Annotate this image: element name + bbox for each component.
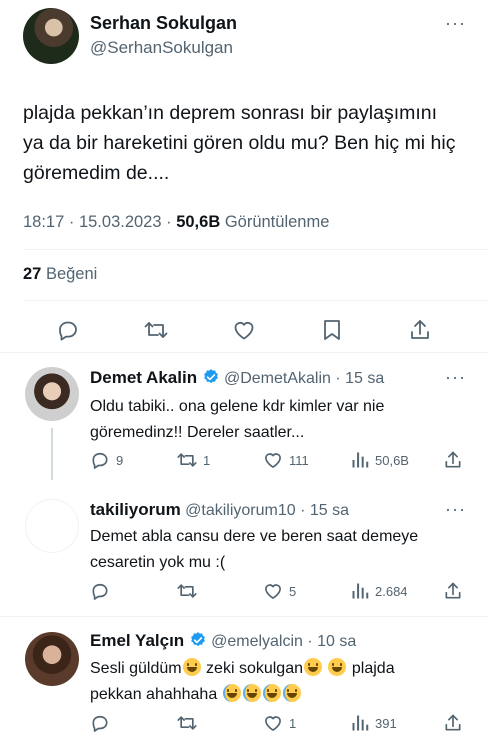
reply-avatar[interactable] [25,367,79,421]
view-count: 2.684 [375,583,408,599]
views-icon [352,583,369,599]
share-button[interactable] [443,581,463,601]
retweet-button[interactable]: 1 [176,450,210,470]
reply-author-handle[interactable]: @DemetAkalin · 15 sa [224,370,384,387]
retweet-icon [144,322,168,338]
share-button[interactable] [443,713,463,733]
like-count: 1 [289,715,297,731]
divider [0,352,488,353]
reply-icon [92,715,108,732]
views-icon [352,715,369,731]
likes-summary[interactable]: 27 Beğeni [23,265,97,284]
reply-text-part: plajda [347,660,395,677]
share-icon [445,451,461,468]
reply-avatar[interactable] [25,632,79,686]
divider [23,249,488,250]
bookmark-button[interactable] [321,318,343,342]
reply-text: Demet abla cansu dere ve beren saat deme… [90,528,419,571]
reply-text-part: pekkan ahahhaha [90,686,222,703]
view-count: 50,6B [375,452,409,468]
retweet-button[interactable] [143,318,169,342]
reply-text: Sesli güldüm zeki sokulgan plajda pekkan… [90,656,450,708]
views-button[interactable]: 50,6B [350,450,409,470]
thread-line [51,428,53,480]
bookmark-icon [324,320,340,340]
author-name[interactable]: Serhan Sokulgan [90,13,237,34]
more-options-icon[interactable]: ··· [445,500,466,518]
divider [0,616,488,617]
grinning-emoji-icon [182,658,201,676]
reply-avatar[interactable] [25,499,79,553]
reply-author-name[interactable]: Demet Akalin [90,368,197,387]
reply-header: Demet Akalin @DemetAkalin · 15 sa [90,368,384,388]
more-options-icon[interactable]: ··· [445,368,466,386]
heart-icon [265,453,281,468]
verified-badge-icon [203,369,218,384]
reply-text: Oldu tabiki.. ona gelene kdr kimler var … [90,398,385,441]
reply-text-part: zeki sokulgan [201,660,303,677]
like-button[interactable]: 111 [262,450,309,470]
reply-author-name[interactable]: Emel Yalçın [90,631,184,650]
like-count: 5 [289,583,297,599]
view-count: 391 [375,715,397,731]
like-count: 111 [289,452,309,468]
heart-icon [265,716,281,731]
retweet-button[interactable] [176,713,198,733]
reply-button[interactable] [56,318,80,342]
retweet-button[interactable] [176,581,198,601]
reply-author-name[interactable]: takiliyorum [90,500,181,519]
retweet-icon [177,453,197,467]
tears-of-joy-emoji-icon [262,684,281,702]
retweet-icon [177,584,197,598]
more-options-icon[interactable]: ··· [445,14,466,32]
reply-button[interactable]: 9 [90,450,123,470]
heart-icon [234,322,254,340]
heart-icon [265,584,281,599]
tweet-views-count: 50,6B [176,213,221,231]
reply-icon [92,452,108,469]
reply-header: Emel Yalçın @emelyalcin · 10 sa [90,631,356,651]
grinning-emoji-icon [304,658,322,676]
reply-icon [59,321,77,341]
share-icon [445,714,461,731]
reply-author-handle[interactable]: @emelyalcin · 10 sa [211,633,356,650]
reply-icon [92,583,108,600]
reply-header: takiliyorum @takiliyorum10 · 15 sa [90,500,349,520]
tweet-views-label: Görüntülenme [220,213,330,231]
like-button[interactable] [231,318,257,342]
retweet-icon [177,716,197,730]
reply-count: 9 [116,452,124,468]
likes-label: Beğeni [41,265,98,283]
share-icon [411,320,429,339]
reply-author-handle[interactable]: @takiliyorum10 · 15 sa [185,502,349,519]
retweet-count: 1 [203,452,211,468]
like-button[interactable]: 1 [262,713,296,733]
views-button[interactable]: 2.684 [350,581,408,601]
reply-text-part: Sesli güldüm [90,660,182,677]
tweet-timestamp-row: 18:17 · 15.03.2023 · 50,6B Görüntülenme [23,213,329,232]
views-button[interactable]: 391 [350,713,397,733]
reply-button[interactable] [90,713,110,733]
share-button[interactable] [443,450,463,470]
tears-of-joy-emoji-icon [222,684,241,702]
tears-of-joy-emoji-icon [242,684,261,702]
like-button[interactable]: 5 [262,581,296,601]
likes-count: 27 [23,265,42,283]
share-icon [445,582,461,599]
reply-button[interactable] [90,581,110,601]
author-handle[interactable]: @SerhanSokulgan [90,38,233,58]
tweet-timestamp[interactable]: 18:17 · 15.03.2023 · [23,213,176,231]
tweet-text: plajda pekkan’ın deprem sonrası bir payl… [23,102,456,184]
verified-badge-icon [190,632,205,647]
share-button[interactable] [408,318,432,342]
views-icon [352,452,369,468]
tears-of-joy-emoji-icon [282,684,301,702]
grinning-emoji-icon [328,658,347,676]
divider [23,300,488,301]
author-avatar[interactable] [23,8,79,64]
